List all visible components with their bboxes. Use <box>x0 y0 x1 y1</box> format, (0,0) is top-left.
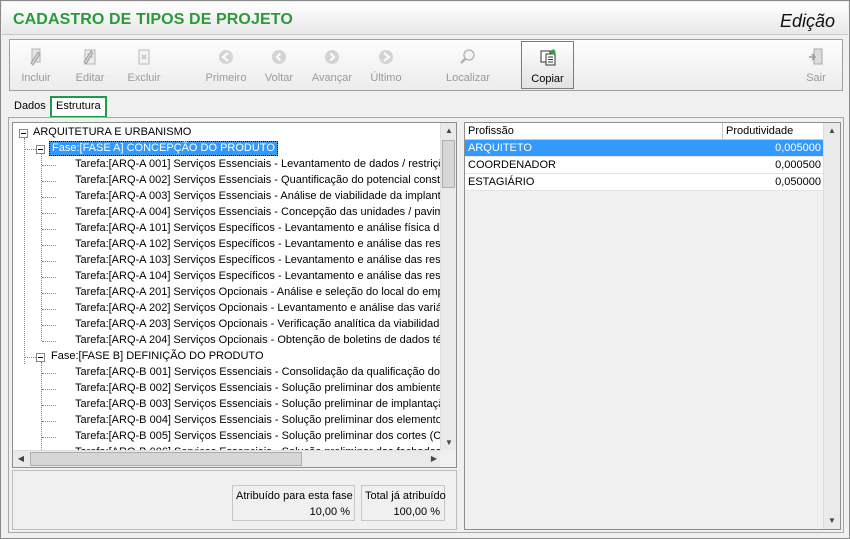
tab-estrutura[interactable]: Estrutura <box>50 96 107 118</box>
window-title: CADASTRO DE TIPOS DE PROJETO <box>13 11 293 28</box>
cell-produtividade: 0,000500 <box>775 159 821 171</box>
scroll-down-icon[interactable]: ▼ <box>824 513 840 529</box>
tree-connector <box>42 261 56 262</box>
tree-connector <box>42 245 56 246</box>
tree-horizontal-scrollbar[interactable]: ◀ ▶ <box>13 450 442 467</box>
table-row[interactable]: ESTAGIÁRIO 0,050000 <box>465 174 824 191</box>
column-header-profissao[interactable]: Profissão <box>465 123 723 140</box>
delete-document-icon <box>138 49 150 65</box>
scroll-up-icon[interactable]: ▲ <box>824 123 840 139</box>
tree-connector <box>42 389 56 390</box>
copy-icon <box>540 49 555 66</box>
pencil-add-icon <box>30 48 41 66</box>
app-window: CADASTRO DE TIPOS DE PROJETO Edição Incl… <box>0 0 850 539</box>
overall-total-field: Total já atribuído 100,00 % <box>361 485 446 521</box>
previous-record-icon <box>272 50 286 64</box>
incluir-button[interactable]: Incluir <box>10 41 62 89</box>
tree-connector <box>42 341 56 342</box>
tree-connector <box>42 437 56 438</box>
tree-connector <box>41 154 42 341</box>
tab-dados[interactable]: Dados <box>10 96 50 117</box>
excluir-button[interactable]: Excluir <box>118 41 170 89</box>
first-record-icon <box>219 50 233 64</box>
toolbar: Incluir Editar Excluir Primeiro Voltar A… <box>9 39 843 91</box>
sair-button[interactable]: Sair <box>790 41 842 89</box>
title-bar: CADASTRO DE TIPOS DE PROJETO Edição <box>2 2 848 35</box>
last-record-icon <box>379 50 393 64</box>
tree-connector <box>42 277 56 278</box>
primeiro-button[interactable]: Primeiro <box>200 41 252 89</box>
voltar-button[interactable]: Voltar <box>253 41 305 89</box>
tree-connector <box>24 138 25 364</box>
localizar-button[interactable]: Localizar <box>441 41 495 89</box>
structure-tree[interactable]: ARQUITETURA E URBANISMO Fase:[FASE A] CO… <box>12 122 457 468</box>
tree-connector <box>42 421 56 422</box>
tree-connector <box>42 197 56 198</box>
ultimo-button[interactable]: Último <box>360 41 412 89</box>
cell-profissao: ARQUITETO <box>468 142 532 154</box>
column-header-produtividade[interactable]: Produtividade <box>723 123 824 140</box>
tree-connector <box>42 213 56 214</box>
scroll-down-icon[interactable]: ▼ <box>441 435 456 451</box>
tree-connector <box>42 405 56 406</box>
mode-label: Edição <box>779 11 835 31</box>
exit-door-icon <box>809 48 823 65</box>
tree-connector <box>42 309 56 310</box>
copiar-button[interactable]: Copiar <box>521 41 574 89</box>
scroll-up-icon[interactable]: ▲ <box>441 123 456 139</box>
tree-connector <box>42 165 56 166</box>
collapse-icon[interactable] <box>19 129 28 138</box>
tree-connector <box>42 181 56 182</box>
cell-profissao: ESTAGIÁRIO <box>468 176 535 188</box>
tree-connector <box>42 325 56 326</box>
table-row[interactable]: ARQUITETO 0,005000 <box>465 140 824 157</box>
edit-document-icon <box>83 49 96 65</box>
tree-connector <box>42 373 56 374</box>
collapse-icon[interactable] <box>36 145 45 154</box>
cell-produtividade: 0,050000 <box>775 176 821 188</box>
estrutura-panel: ARQUITETURA E URBANISMO Fase:[FASE A] CO… <box>8 117 844 533</box>
grid-header: Profissão Produtividade <box>465 123 824 140</box>
tree-content: ARQUITETURA E URBANISMO Fase:[FASE A] CO… <box>13 125 443 451</box>
totals-box: Atribuído para esta fase 10,00 % Total j… <box>12 470 457 530</box>
scroll-left-icon[interactable]: ◀ <box>13 451 29 467</box>
tree-connector <box>42 229 56 230</box>
table-row[interactable]: COORDENADOR 0,000500 <box>465 157 824 174</box>
scroll-corner <box>440 450 456 467</box>
editar-button[interactable]: Editar <box>64 41 116 89</box>
scroll-thumb[interactable] <box>30 452 302 466</box>
search-icon <box>460 49 475 64</box>
avancar-button[interactable]: Avançar <box>306 41 358 89</box>
phase-total-field: Atribuído para esta fase 10,00 % <box>232 485 355 521</box>
tree-vertical-scrollbar[interactable]: ▲ ▼ <box>440 123 456 451</box>
grid-body: ARQUITETO 0,005000 COORDENADOR 0,000500 ESTA… <box>465 140 824 191</box>
profession-grid[interactable]: Profissão Produtividade ARQUITETO 0,00500… <box>464 122 841 530</box>
tree-connector <box>25 149 36 150</box>
next-record-icon <box>325 50 339 64</box>
cell-produtividade: 0,005000 <box>775 142 821 154</box>
grid-vertical-scrollbar[interactable]: ▲ ▼ <box>823 123 840 529</box>
tree-connector <box>25 357 36 358</box>
cell-profissao: COORDENADOR <box>468 159 557 171</box>
scroll-thumb[interactable] <box>442 140 455 188</box>
tree-connector <box>42 293 56 294</box>
collapse-icon[interactable] <box>36 353 45 362</box>
